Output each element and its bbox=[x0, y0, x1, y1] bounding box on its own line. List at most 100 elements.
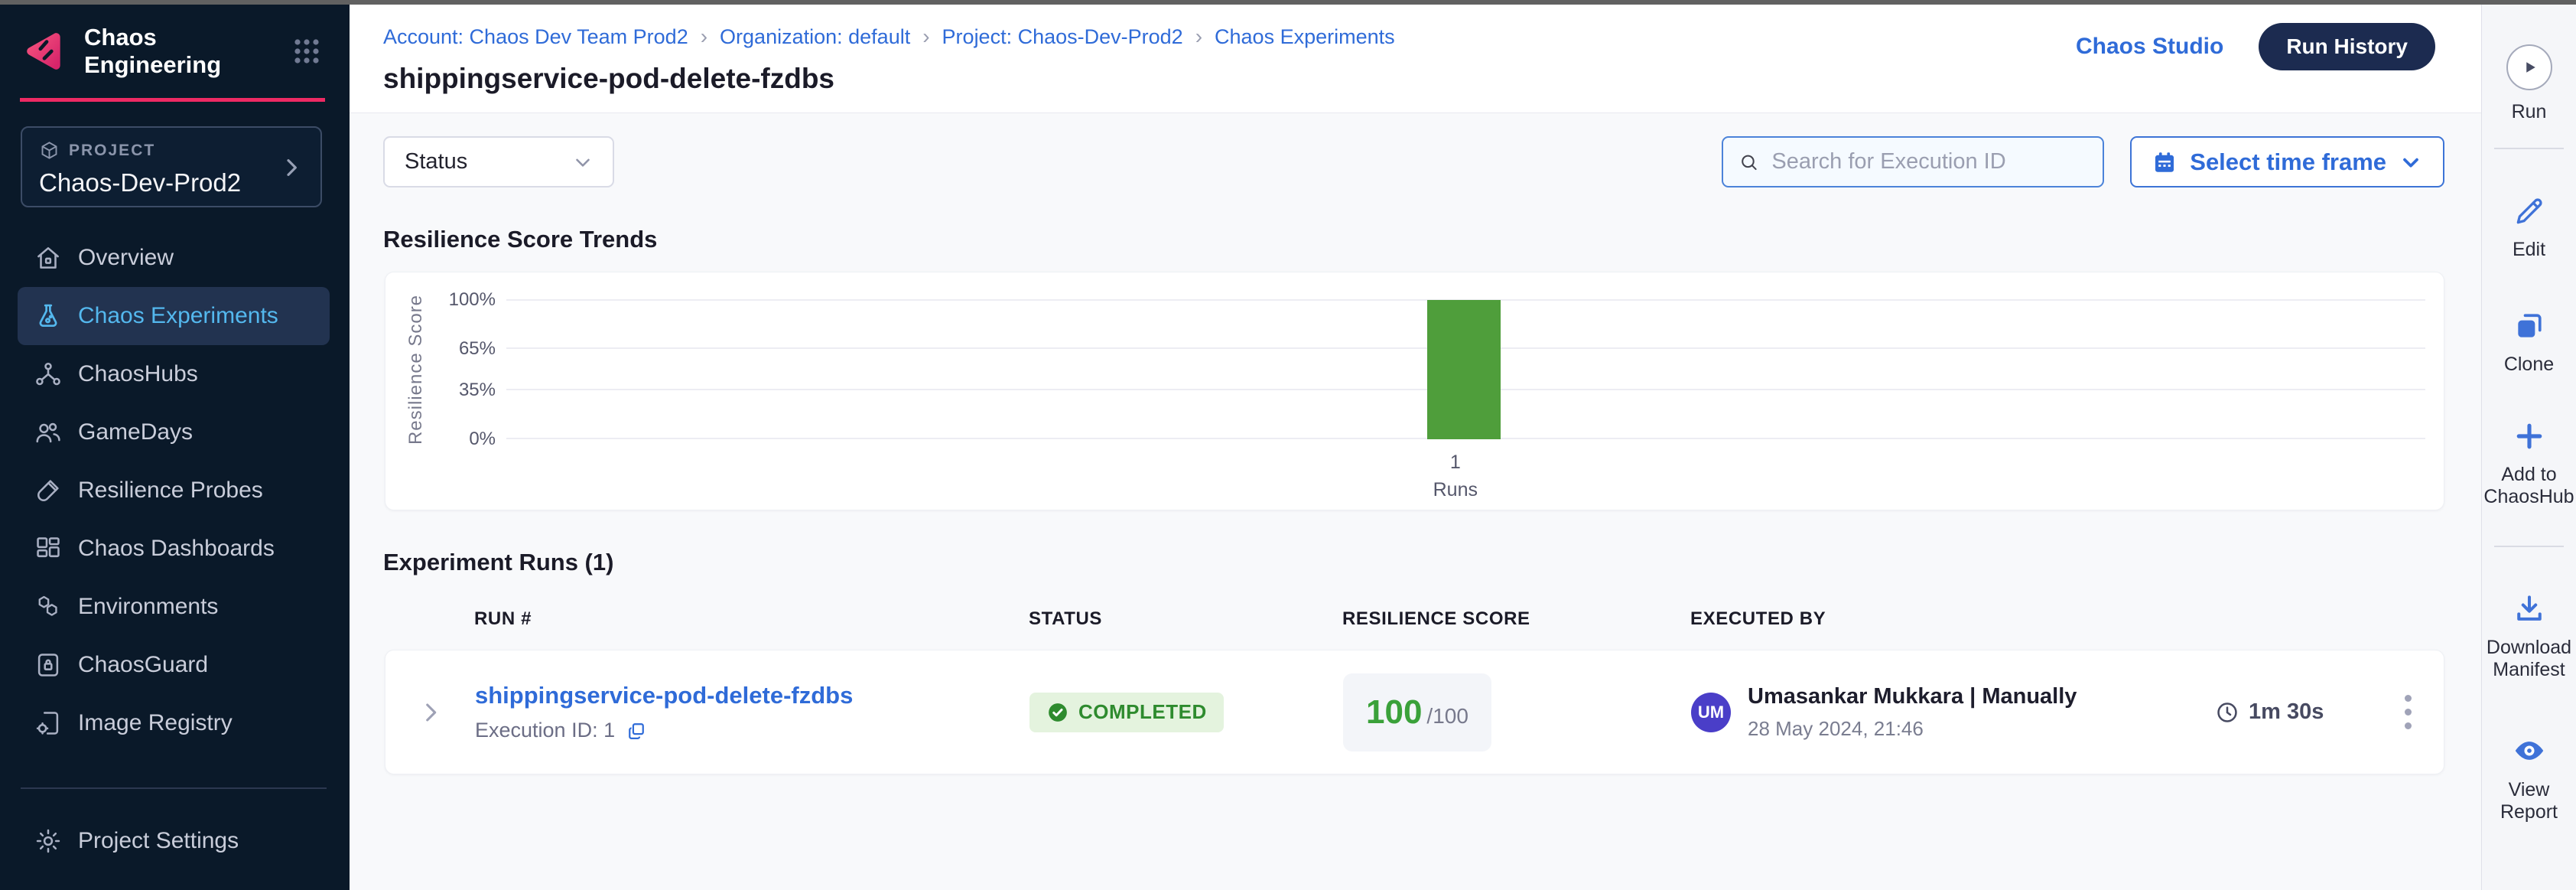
run-name-link[interactable]: shippingservice-pod-delete-fzdbs bbox=[475, 682, 853, 709]
hub-icon bbox=[34, 360, 63, 389]
column-executed-by: EXECUTED BY bbox=[1690, 608, 2214, 630]
chaos-studio-link[interactable]: Chaos Studio bbox=[2076, 34, 2223, 60]
sidebar-item-project-settings[interactable]: Project Settings bbox=[0, 812, 350, 870]
logo-row: Chaos Engineering bbox=[0, 5, 350, 98]
x-axis: 1 Runs bbox=[506, 439, 2407, 500]
y-axis-title: Resilience Score bbox=[399, 300, 433, 439]
pencil-icon bbox=[2513, 194, 2546, 228]
sidebar-item-image-registry[interactable]: Image Registry bbox=[0, 694, 350, 752]
clone-action[interactable]: Clone bbox=[2482, 309, 2576, 376]
plus-icon bbox=[2513, 419, 2546, 453]
chevron-down-icon bbox=[2399, 150, 2423, 174]
action-rail: Run Edit Clone Add to ChaosHub Download … bbox=[2481, 5, 2576, 890]
search-input[interactable] bbox=[1771, 149, 2087, 174]
resilience-trends-title: Resilience Score Trends bbox=[383, 226, 2444, 253]
lock-card-icon bbox=[34, 650, 63, 680]
main-content: Account: Chaos Dev Team Prod2 › Organiza… bbox=[350, 5, 2481, 890]
sidebar-item-chaosguard[interactable]: ChaosGuard bbox=[0, 636, 350, 694]
duration-value: 1m 30s bbox=[2249, 699, 2324, 725]
score-value: 100 bbox=[1366, 693, 1422, 732]
breadcrumb-project-link[interactable]: Project: Chaos-Dev-Prod2 bbox=[942, 25, 1183, 49]
chevron-separator: › bbox=[1195, 24, 1202, 49]
filter-row: Status Select time frame bbox=[383, 136, 2444, 187]
image-registry-icon bbox=[34, 709, 63, 738]
status-dropdown[interactable]: Status bbox=[383, 136, 614, 187]
time-frame-label: Select time frame bbox=[2190, 148, 2386, 176]
search-icon bbox=[1738, 151, 1759, 174]
row-menu-kebab-icon[interactable] bbox=[2400, 690, 2416, 734]
sidebar-item-label: Chaos Dashboards bbox=[78, 536, 275, 562]
status-label: COMPLETED bbox=[1078, 700, 1207, 724]
resilience-score-box: 100 /100 bbox=[1343, 673, 1491, 751]
sidebar-item-label: Image Registry bbox=[78, 710, 233, 736]
cube-icon bbox=[39, 140, 60, 161]
sidebar-nav: Overview Chaos Experiments ChaosHubs Gam… bbox=[0, 229, 350, 752]
project-selector[interactable]: PROJECT Chaos-Dev-Prod2 bbox=[21, 126, 322, 207]
expand-row-chevron-icon[interactable] bbox=[418, 699, 444, 725]
sidebar-item-label: GameDays bbox=[78, 419, 193, 445]
sidebar-item-chaos-experiments[interactable]: Chaos Experiments bbox=[18, 287, 330, 345]
duration-cell: 1m 30s bbox=[2215, 699, 2372, 725]
rail-label: Clone bbox=[2504, 354, 2554, 376]
download-manifest-action[interactable]: Download Manifest bbox=[2482, 592, 2576, 681]
sidebar-item-gamedays[interactable]: GameDays bbox=[0, 403, 350, 461]
executed-by-name: Umasankar Mukkara | Manually bbox=[1748, 684, 2077, 709]
breadcrumb-account-link[interactable]: Account: Chaos Dev Team Prod2 bbox=[383, 25, 688, 49]
users-icon bbox=[34, 418, 63, 447]
resilience-score-bar[interactable] bbox=[1427, 300, 1501, 439]
search-box bbox=[1722, 136, 2104, 187]
add-to-chaoshub-action[interactable]: Add to ChaosHub bbox=[2482, 419, 2576, 508]
chevron-right-icon bbox=[279, 155, 304, 184]
copy-icon[interactable] bbox=[626, 720, 647, 742]
page-header: Account: Chaos Dev Team Prod2 › Organiza… bbox=[350, 5, 2481, 113]
sidebar-item-label: Project Settings bbox=[78, 828, 239, 854]
app-root: Chaos Engineering PROJECT Chaos-Dev-Prod… bbox=[0, 0, 2576, 890]
sidebar-item-resilience-probes[interactable]: Resilience Probes bbox=[0, 461, 350, 520]
rail-label: Run bbox=[2512, 101, 2547, 123]
sidebar-item-label: ChaosGuard bbox=[78, 652, 208, 678]
status-dropdown-value: Status bbox=[405, 149, 467, 174]
download-icon bbox=[2513, 592, 2546, 626]
run-table-row: shippingservice-pod-delete-fzdbs Executi… bbox=[385, 650, 2444, 774]
sidebar-item-environments[interactable]: Environments bbox=[0, 578, 350, 636]
sidebar-item-overview[interactable]: Overview bbox=[0, 229, 350, 287]
run-action[interactable]: Run bbox=[2482, 44, 2576, 123]
sidebar-divider bbox=[21, 787, 327, 789]
breadcrumb-chaos-experiments-link[interactable]: Chaos Experiments bbox=[1215, 25, 1395, 49]
view-report-action[interactable]: View Report bbox=[2482, 733, 2576, 823]
eye-icon bbox=[2512, 733, 2547, 768]
rail-divider bbox=[2494, 148, 2564, 149]
score-total: /100 bbox=[1426, 704, 1469, 729]
sidebar-item-chaoshubs[interactable]: ChaosHubs bbox=[0, 345, 350, 403]
rail-label: Edit bbox=[2513, 239, 2545, 261]
column-run: RUN # bbox=[474, 608, 1029, 630]
execution-id: Execution ID: 1 bbox=[475, 719, 615, 742]
edit-action[interactable]: Edit bbox=[2482, 194, 2576, 261]
x-tick: 1 bbox=[1450, 452, 1461, 474]
run-name-cell: shippingservice-pod-delete-fzdbs Executi… bbox=[475, 682, 1029, 742]
calendar-icon bbox=[2152, 149, 2178, 175]
project-name: Chaos-Dev-Prod2 bbox=[39, 168, 304, 197]
breadcrumb-organization-link[interactable]: Organization: default bbox=[720, 25, 910, 49]
run-history-button[interactable]: Run History bbox=[2259, 23, 2435, 70]
probe-icon bbox=[34, 476, 63, 505]
brand-divider bbox=[20, 98, 325, 102]
experiment-runs-title: Experiment Runs (1) bbox=[383, 549, 2444, 576]
time-frame-button[interactable]: Select time frame bbox=[2130, 136, 2444, 187]
window-top-strip bbox=[0, 0, 2576, 5]
sidebar-item-chaos-dashboards[interactable]: Chaos Dashboards bbox=[0, 520, 350, 578]
executed-by-cell: UM Umasankar Mukkara | Manually 28 May 2… bbox=[1691, 684, 2215, 741]
column-status: STATUS bbox=[1029, 608, 1342, 630]
check-circle-icon bbox=[1046, 701, 1069, 724]
copy-icon bbox=[2513, 309, 2546, 343]
chaos-engineering-logo-icon bbox=[23, 29, 67, 73]
home-icon bbox=[34, 243, 63, 272]
chevron-down-icon bbox=[571, 151, 594, 174]
status-badge: COMPLETED bbox=[1029, 693, 1224, 732]
rail-label: Download Manifest bbox=[2482, 637, 2576, 681]
app-switcher-icon[interactable] bbox=[291, 36, 322, 67]
hexagons-icon bbox=[34, 592, 63, 621]
executed-at: 28 May 2024, 21:46 bbox=[1748, 717, 2077, 741]
sidebar-item-label: Environments bbox=[78, 594, 218, 620]
status-cell: COMPLETED bbox=[1029, 693, 1343, 732]
